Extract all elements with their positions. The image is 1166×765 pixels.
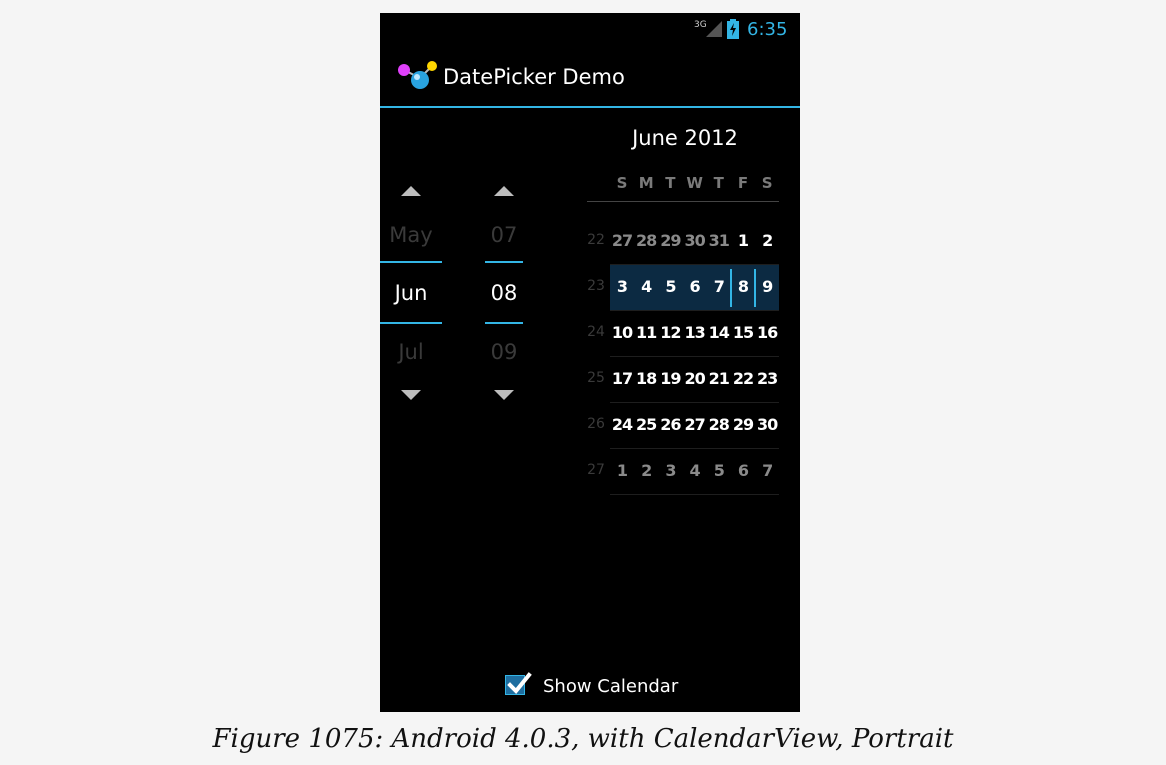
calendar-week-row: 23 3 4 5 6 7 8 9 xyxy=(585,265,779,311)
phone-screen: 3G 6:35 DatePicker Demo May Jun Jul 07 0… xyxy=(380,13,800,712)
calendar-week-row: 22 27 28 29 30 31 1 2 xyxy=(585,219,779,265)
figure-caption: Figure 1075: Android 4.0.3, with Calenda… xyxy=(212,724,954,754)
month-selection-divider-bottom xyxy=(380,322,442,324)
week-number: 25 xyxy=(587,370,605,386)
calendar-day-cell[interactable]: 6 xyxy=(683,277,707,296)
day-selection-divider-top xyxy=(485,261,523,263)
calendar-day-cell[interactable]: 12 xyxy=(658,323,682,342)
calendar-week-row: 27 1 2 3 4 5 6 7 xyxy=(585,449,779,495)
calendar-day-cell[interactable]: 5 xyxy=(658,277,682,296)
calendar-day-cell[interactable]: 14 xyxy=(707,323,731,342)
weekday-label: W xyxy=(686,174,703,192)
weekday-divider xyxy=(587,201,779,202)
calendar-day-cell[interactable]: 22 xyxy=(731,369,755,388)
calendar-day-cell[interactable]: 3 xyxy=(658,461,682,480)
calendar-day-cell[interactable]: 19 xyxy=(658,369,682,388)
calendar-day-cell[interactable]: 30 xyxy=(755,415,779,434)
calendar-day-cell[interactable]: 29 xyxy=(731,415,755,434)
month-next-value[interactable]: Jul xyxy=(380,340,442,364)
app-launcher-icon[interactable] xyxy=(398,60,438,96)
signal-icon xyxy=(706,21,722,41)
calendar-day-cell[interactable]: 2 xyxy=(634,461,658,480)
calendar-day-cell[interactable]: 15 xyxy=(731,323,755,342)
calendar-day-cell[interactable]: 10 xyxy=(610,323,634,342)
day-decrement-arrow-icon[interactable] xyxy=(494,390,514,400)
selected-day-marker xyxy=(730,269,732,307)
calendar-day-cell[interactable]: 1 xyxy=(731,231,755,250)
status-time: 6:35 xyxy=(747,19,788,40)
calendar-day-cell[interactable]: 29 xyxy=(658,231,682,250)
show-calendar-label[interactable]: Show Calendar xyxy=(543,676,678,697)
status-bar: 3G 6:35 xyxy=(380,13,800,46)
weekday-label: S xyxy=(761,174,773,192)
day-spinner[interactable]: 07 08 09 xyxy=(485,108,523,428)
day-selection-divider-bottom xyxy=(485,322,523,324)
weekday-label: T xyxy=(713,174,724,192)
month-selection-divider-top xyxy=(380,261,442,263)
network-type: 3G xyxy=(694,20,707,30)
calendar-day-cell[interactable]: 28 xyxy=(707,415,731,434)
action-bar: DatePicker Demo xyxy=(380,46,800,108)
week-number: 23 xyxy=(587,278,605,294)
calendar-week-row: 25 17 18 19 20 21 22 23 xyxy=(585,357,779,403)
show-calendar-row[interactable]: Show Calendar xyxy=(380,671,800,705)
calendar-day-cell[interactable]: 25 xyxy=(634,415,658,434)
calendar-day-cell[interactable]: 4 xyxy=(634,277,658,296)
calendar-day-cell[interactable]: 21 xyxy=(707,369,731,388)
calendar-day-cell[interactable]: 7 xyxy=(707,277,731,296)
week-number: 27 xyxy=(587,462,605,478)
month-spinner[interactable]: May Jun Jul xyxy=(380,108,442,428)
calendar-month-title: June 2012 xyxy=(632,126,738,150)
calendar-day-cell[interactable]: 2 xyxy=(755,231,779,250)
calendar-day-cell[interactable]: 4 xyxy=(683,461,707,480)
checkmark-icon xyxy=(506,672,532,700)
week-number: 24 xyxy=(587,324,605,340)
calendar-day-cell[interactable]: 30 xyxy=(683,231,707,250)
calendar-day-cell[interactable]: 20 xyxy=(683,369,707,388)
weekday-label: T xyxy=(665,174,676,192)
calendar-day-cell[interactable]: 27 xyxy=(683,415,707,434)
calendar-view[interactable]: June 2012 SMTWTFS 22 27 28 29 30 31 1 2 23 3 4 5 6 7 8… xyxy=(585,106,800,495)
calendar-day-cell[interactable]: 23 xyxy=(755,369,779,388)
month-prev-value[interactable]: May xyxy=(380,223,442,247)
calendar-day-cell[interactable]: 28 xyxy=(634,231,658,250)
calendar-day-cell[interactable]: 31 xyxy=(707,231,731,250)
calendar-day-cell[interactable]: 26 xyxy=(658,415,682,434)
calendar-day-cell[interactable]: 5 xyxy=(707,461,731,480)
calendar-day-cell[interactable]: 24 xyxy=(610,415,634,434)
month-increment-arrow-icon[interactable] xyxy=(401,186,421,196)
calendar-day-cell[interactable]: 6 xyxy=(731,461,755,480)
month-decrement-arrow-icon[interactable] xyxy=(401,390,421,400)
weekday-label: S xyxy=(616,174,628,192)
calendar-day-cell[interactable]: 13 xyxy=(683,323,707,342)
day-next-value[interactable]: 09 xyxy=(485,340,523,364)
calendar-day-cell[interactable]: 27 xyxy=(610,231,634,250)
calendar-day-cell[interactable]: 9 xyxy=(755,277,779,296)
week-divider xyxy=(610,494,779,495)
calendar-week-row: 24 10 11 12 13 14 15 16 xyxy=(585,311,779,357)
month-current-value[interactable]: Jun xyxy=(380,281,442,305)
calendar-day-cell[interactable]: 7 xyxy=(755,461,779,480)
calendar-week-row: 26 24 25 26 27 28 29 30 xyxy=(585,403,779,449)
calendar-day-cell[interactable]: 18 xyxy=(634,369,658,388)
app-title: DatePicker Demo xyxy=(443,65,625,89)
weekday-label: M xyxy=(638,174,654,192)
day-current-value[interactable]: 08 xyxy=(485,281,523,305)
week-number: 22 xyxy=(587,232,605,248)
calendar-day-cell[interactable]: 11 xyxy=(634,323,658,342)
calendar-day-cell[interactable]: 3 xyxy=(610,277,634,296)
week-number: 26 xyxy=(587,416,605,432)
day-prev-value[interactable]: 07 xyxy=(485,223,523,247)
calendar-day-cell[interactable]: 1 xyxy=(610,461,634,480)
day-increment-arrow-icon[interactable] xyxy=(494,186,514,196)
battery-charging-icon xyxy=(727,19,739,43)
calendar-day-cell[interactable]: 8 xyxy=(731,277,755,296)
calendar-day-cell[interactable]: 16 xyxy=(755,323,779,342)
weekday-label: F xyxy=(737,174,749,192)
calendar-day-cell[interactable]: 17 xyxy=(610,369,634,388)
